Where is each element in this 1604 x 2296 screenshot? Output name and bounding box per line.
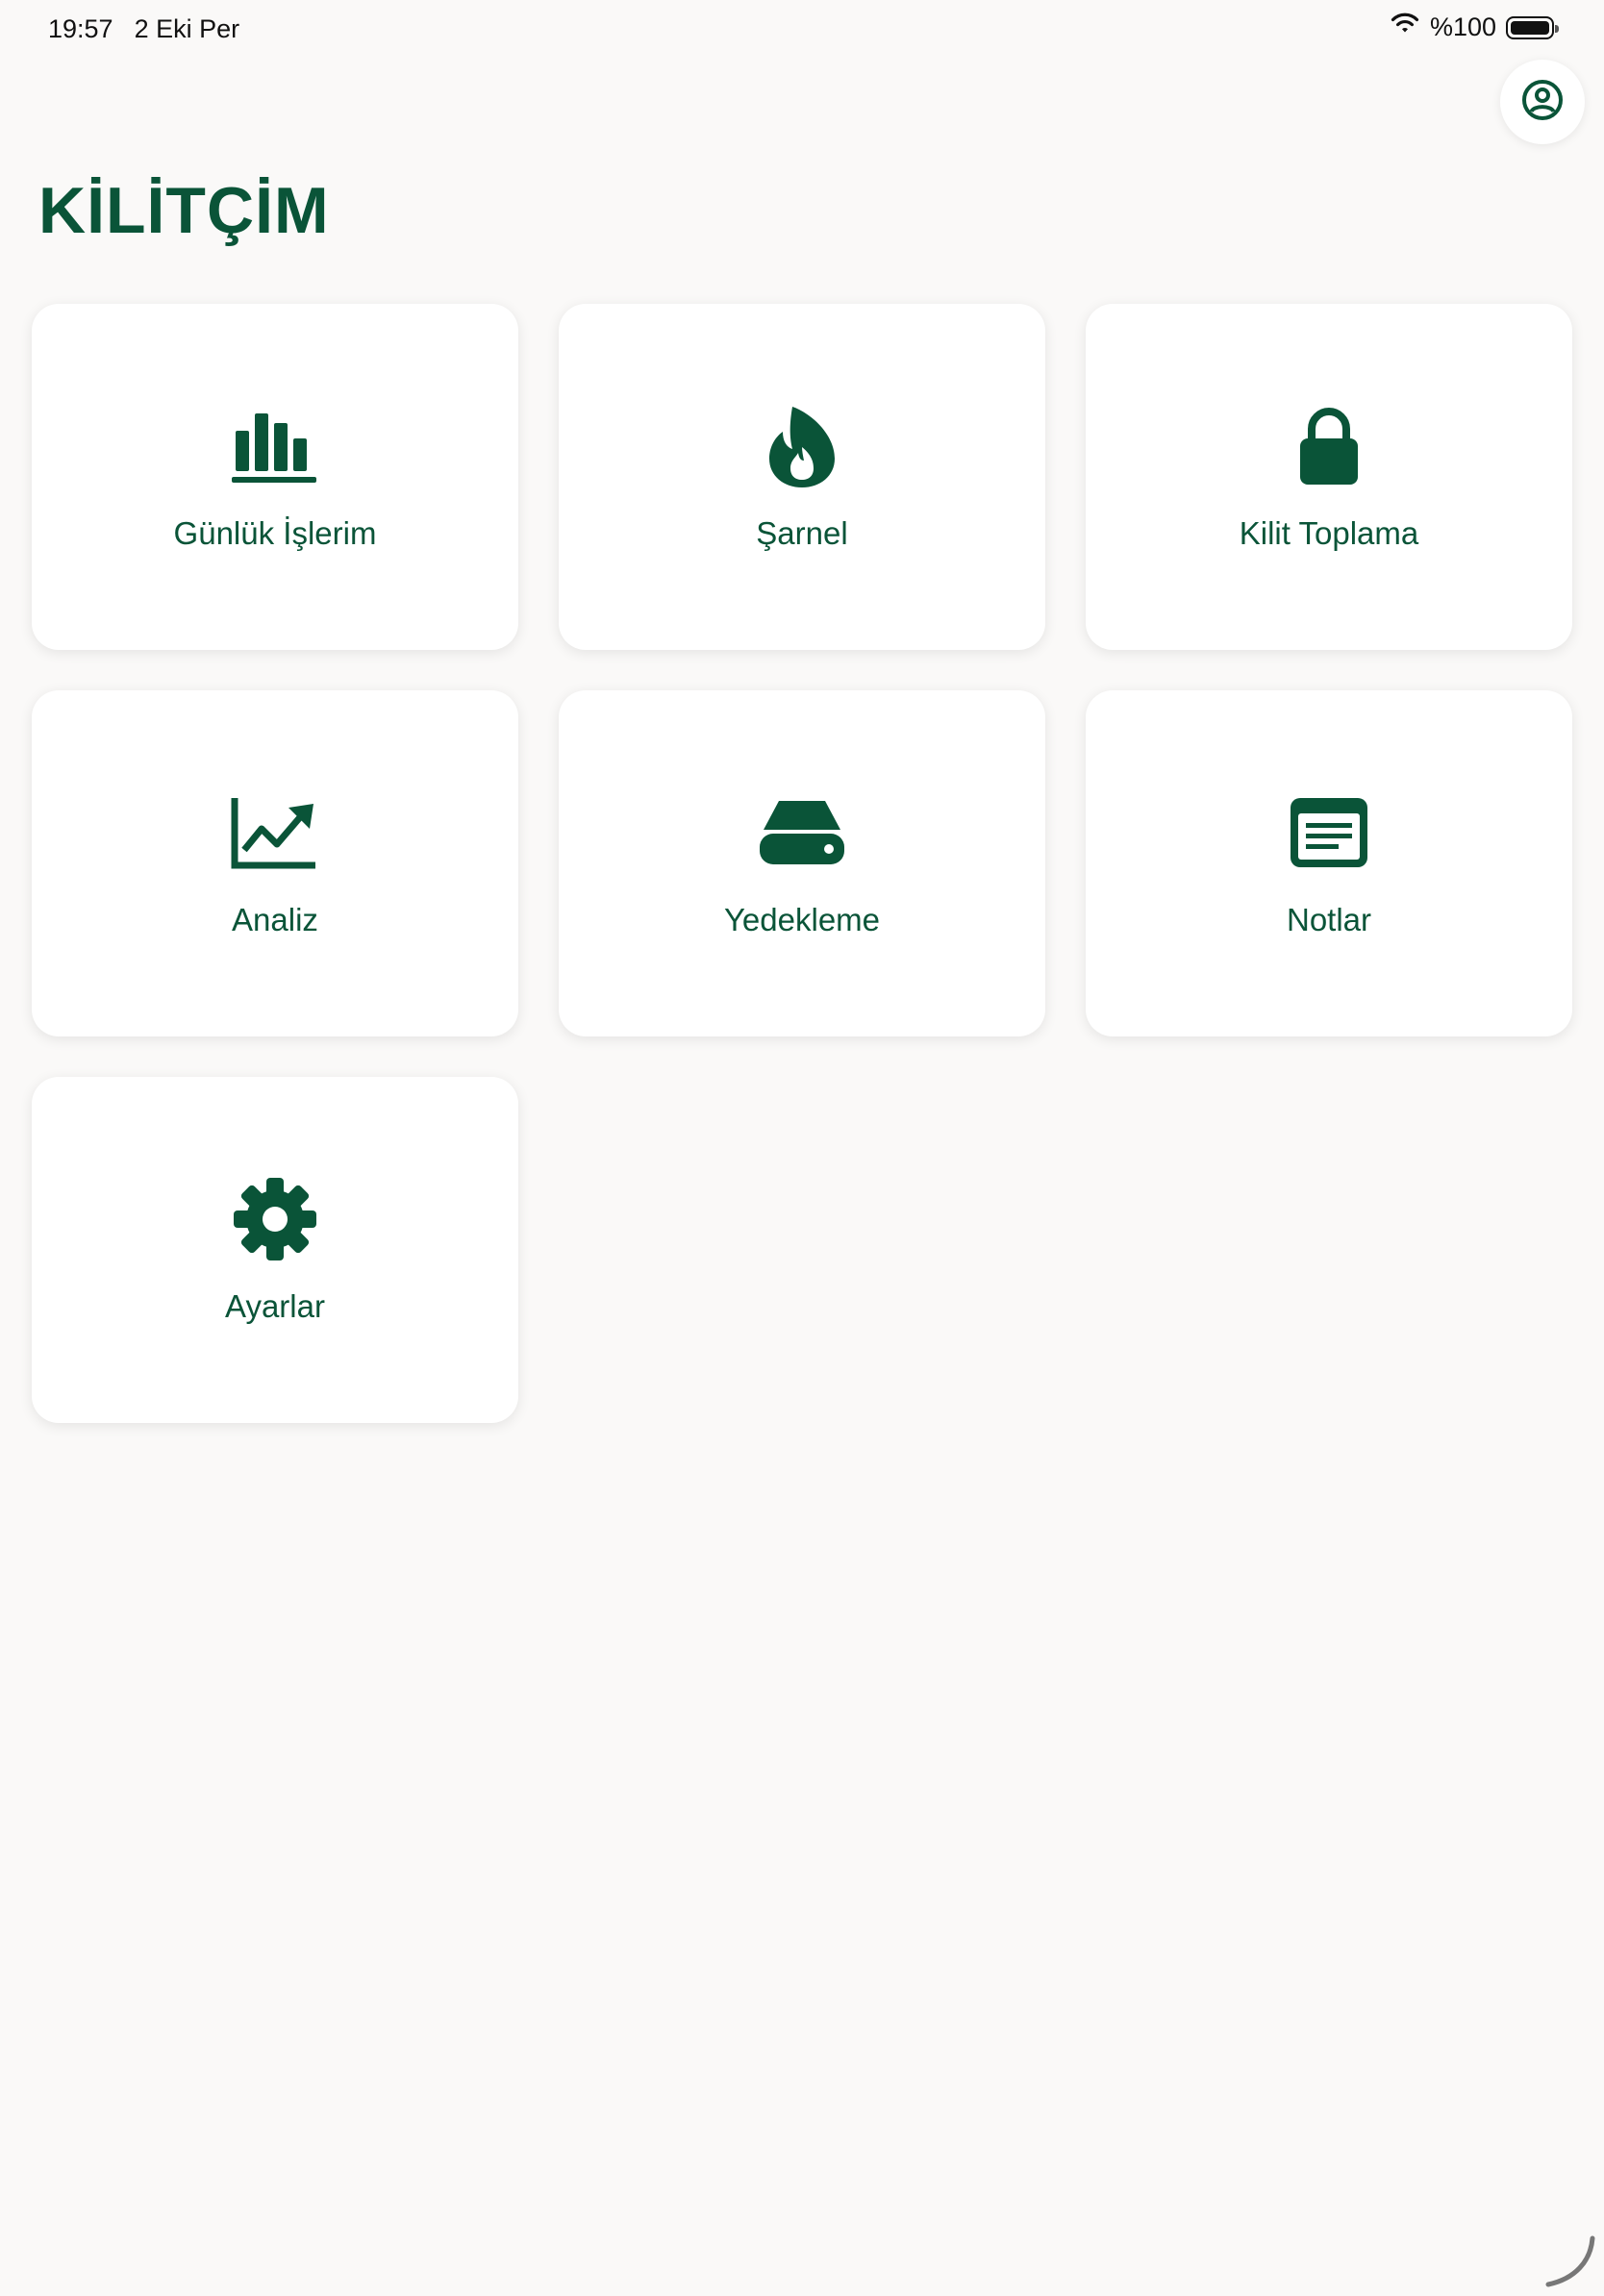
hard-drive-icon bbox=[758, 788, 846, 877]
battery-icon bbox=[1506, 15, 1559, 39]
notes-icon bbox=[1285, 788, 1373, 877]
tile-label: Günlük İşlerim bbox=[173, 515, 377, 551]
status-left: 19:57 2 Eki Per bbox=[48, 14, 239, 44]
wifi-icon bbox=[1390, 12, 1420, 42]
profile-button[interactable] bbox=[1500, 60, 1585, 144]
tile-label: Yedekleme bbox=[723, 902, 881, 937]
battery-tip bbox=[1555, 24, 1559, 33]
tile-yedekleme[interactable]: Yedekleme bbox=[559, 690, 1045, 1036]
tile-label: Notlar bbox=[1286, 902, 1372, 937]
tile-label: Analiz bbox=[232, 902, 318, 937]
tile-kilit-toplama[interactable]: Kilit Toplama bbox=[1086, 304, 1572, 650]
bar-chart-icon bbox=[231, 402, 319, 490]
tile-label: Ayarlar bbox=[225, 1288, 325, 1324]
lock-icon bbox=[1285, 402, 1373, 490]
page-title: KİLİTÇİM bbox=[38, 174, 330, 247]
tile-ayarlar[interactable]: Ayarlar bbox=[32, 1077, 518, 1423]
status-time: 19:57 bbox=[48, 14, 113, 43]
status-right: %100 bbox=[1390, 12, 1559, 42]
corner-indicator bbox=[1545, 2235, 1595, 2287]
flame-icon bbox=[758, 402, 846, 490]
status-date: 2 Eki Per bbox=[134, 14, 240, 43]
tile-gunluk-islerim[interactable]: Günlük İşlerim bbox=[32, 304, 518, 650]
battery-fill bbox=[1511, 20, 1549, 35]
gear-icon bbox=[231, 1175, 319, 1263]
tile-notlar[interactable]: Notlar bbox=[1086, 690, 1572, 1036]
tile-sarnel[interactable]: Şarnel bbox=[559, 304, 1045, 650]
tile-label: Şarnel bbox=[756, 515, 848, 551]
trend-chart-icon bbox=[231, 788, 319, 877]
status-bar: 19:57 2 Eki Per %100 bbox=[0, 0, 1604, 60]
menu-grid: Günlük İşlerim Şarnel Kilit Toplama Anal… bbox=[32, 304, 1572, 1423]
person-circle-icon bbox=[1519, 77, 1566, 128]
tile-analiz[interactable]: Analiz bbox=[32, 690, 518, 1036]
battery-percent: %100 bbox=[1429, 12, 1496, 41]
tile-label: Kilit Toplama bbox=[1239, 515, 1419, 551]
